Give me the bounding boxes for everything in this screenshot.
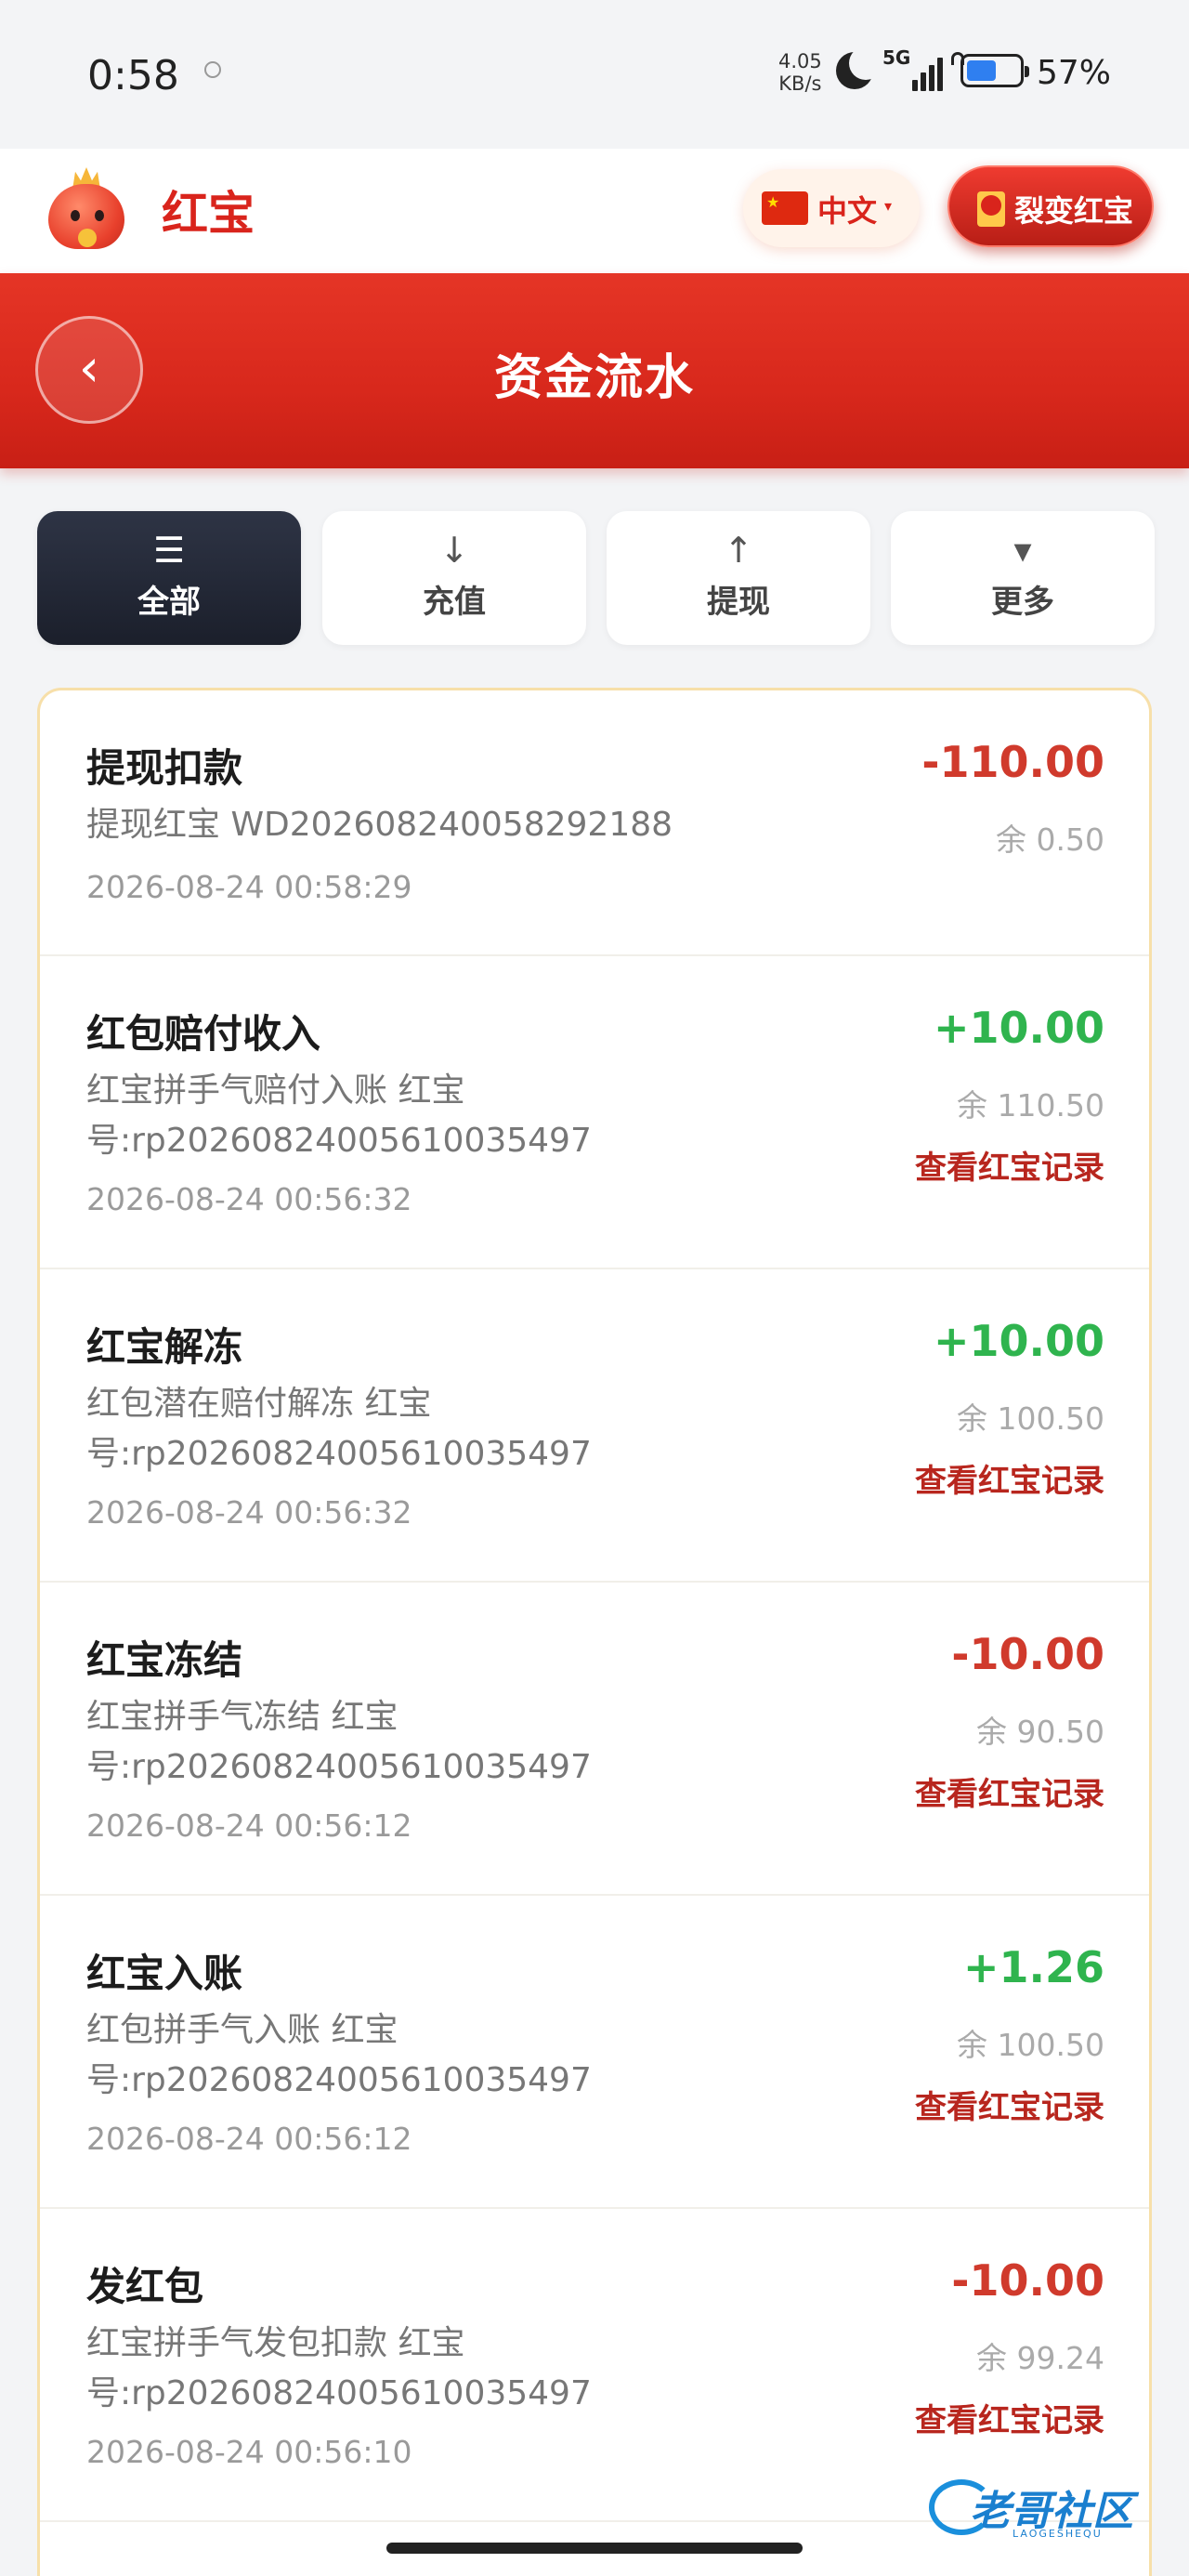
watermark-subtext: LAOGESHEQU [1013, 2528, 1103, 2540]
transaction-row[interactable]: 提现扣款 提现红宝 WD20260824005829​2188 2026-08-… [40, 690, 1149, 956]
transaction-title: 红包赔付收入 [86, 1011, 321, 1057]
transaction-balance: 余 90.50 [976, 1714, 1104, 1750]
signal-icon [912, 54, 944, 91]
page-title: 资金流水 [493, 350, 695, 406]
tab-withdraw[interactable]: ↑ 提现 [607, 511, 870, 645]
transaction-time: 2026-08-24 00:56:32 [86, 1494, 412, 1531]
tab-recharge[interactable]: ↓ 充值 [322, 511, 586, 645]
view-redpacket-record-link[interactable]: 查看红宝记录 [915, 1142, 1104, 1188]
view-redpacket-record-link[interactable]: 查看红宝记录 [915, 2395, 1104, 2440]
transaction-amount: -10.00 [951, 1629, 1104, 1679]
language-selector[interactable]: 中文 ▾ [743, 169, 920, 247]
transaction-amount: -110.00 [921, 737, 1104, 787]
app-name: 红宝 [162, 187, 255, 241]
transaction-balance: 余 0.50 [996, 821, 1104, 858]
transaction-title: 红宝入账 [86, 1951, 243, 1996]
transaction-description: 提现红宝 WD20260824005829​2188 [86, 806, 673, 844]
network-speed: 4.05 KB/s [778, 50, 822, 95]
watermark-logo: 老哥社区 LAOGESHEQU [929, 2472, 1180, 2546]
status-bar: 0:58 4.05 KB/s 5G 57% [0, 0, 1189, 149]
home-indicator[interactable] [386, 2543, 803, 2554]
battery-percent: 57% [1037, 54, 1112, 92]
arrow-down-icon: ↓ [439, 530, 469, 571]
china-flag-icon [762, 191, 808, 225]
tab-more[interactable]: ▾ 更多 [891, 511, 1155, 645]
status-time: 0:58 [87, 52, 179, 99]
transaction-amount: +10.00 [933, 1316, 1104, 1366]
view-redpacket-record-link[interactable]: 查看红宝记录 [915, 1768, 1104, 1814]
transaction-time: 2026-08-24 00:58:29 [86, 869, 412, 905]
transaction-balance: 余 100.50 [957, 2027, 1104, 2063]
app-header: 红宝 中文 ▾ 裂变红宝 [0, 149, 1189, 273]
transaction-description: 红宝拼手气赔付入账 红宝号:rp20260824005610035497 [86, 1071, 592, 1160]
transaction-amount: -10.00 [951, 2255, 1104, 2306]
transaction-row[interactable]: 红宝入账 红包拼手气入账 红宝号:rp20260824005610035497 … [40, 1896, 1149, 2209]
tab-label: 提现 [707, 584, 770, 621]
tab-label: 更多 [991, 584, 1054, 621]
network-type: 5G [882, 46, 911, 69]
red-envelope-icon [977, 191, 1005, 227]
transaction-description: 红宝拼手气发包扣款 红宝号:rp20260824005610035497 [86, 2324, 592, 2412]
fission-redpacket-button[interactable]: 裂变红宝 [947, 165, 1154, 247]
list-icon: ☰ [152, 530, 186, 571]
battery-icon [960, 54, 1029, 87]
network-speed-value: 4.05 [778, 50, 822, 72]
tab-all[interactable]: ☰ 全部 [37, 511, 301, 645]
title-banner: ‹ 资金流水 [0, 273, 1189, 468]
transaction-row[interactable]: 红宝解冻 红包潜在赔付解冻 红宝号:rp20260824005610035497… [40, 1269, 1149, 1583]
caret-down-icon: ▾ [1013, 530, 1032, 571]
app-logo [41, 162, 134, 255]
transaction-balance: 余 100.50 [957, 1400, 1104, 1437]
view-redpacket-record-link[interactable]: 查看红宝记录 [915, 1455, 1104, 1501]
transaction-title: 发红包 [86, 2264, 204, 2309]
network-speed-unit: KB/s [778, 72, 822, 95]
tab-label: 充值 [423, 584, 486, 621]
transaction-title: 红宝解冻 [86, 1324, 243, 1370]
do-not-disturb-icon [836, 46, 882, 89]
transaction-description: 红包拼手气入账 红宝号:rp20260824005610035497 [86, 2011, 592, 2099]
dropdown-caret-icon: ▾ [884, 197, 893, 215]
transaction-amount: +10.00 [933, 1003, 1104, 1053]
transaction-balance: 余 99.24 [976, 2340, 1104, 2376]
transaction-title: 红宝冻结 [86, 1637, 243, 1683]
transaction-balance: 余 110.50 [957, 1087, 1104, 1124]
tab-label: 全部 [137, 584, 201, 621]
transaction-time: 2026-08-24 00:56:10 [86, 2434, 412, 2470]
transaction-time: 2026-08-24 00:56:12 [86, 2121, 412, 2157]
transaction-description: 红包潜在赔付解冻 红宝号:rp20260824005610035497 [86, 1385, 592, 1473]
transaction-time: 2026-08-24 00:56:32 [86, 1181, 412, 1217]
language-label: 中文 [817, 193, 878, 229]
transaction-row[interactable]: 红宝冻结 红宝拼手气冻结 红宝号:rp20260824005610035497 … [40, 1583, 1149, 1896]
fission-redpacket-label: 裂变红宝 [1014, 193, 1134, 229]
view-redpacket-record-link[interactable]: 查看红宝记录 [915, 2082, 1104, 2127]
transaction-description: 红宝拼手气冻结 红宝号:rp20260824005610035497 [86, 1698, 592, 1786]
arrow-up-icon: ↑ [724, 530, 753, 571]
transaction-amount: +1.26 [962, 1942, 1104, 1992]
transaction-list: 提现扣款 提现红宝 WD20260824005829​2188 2026-08-… [37, 688, 1152, 2576]
transaction-title: 提现扣款 [86, 745, 243, 791]
alarm-icon [204, 61, 221, 78]
transaction-time: 2026-08-24 00:56:12 [86, 1807, 412, 1844]
transaction-row[interactable]: 红包赔付收入 红宝拼手气赔付入账 红宝号:rp20260824005610035… [40, 956, 1149, 1269]
